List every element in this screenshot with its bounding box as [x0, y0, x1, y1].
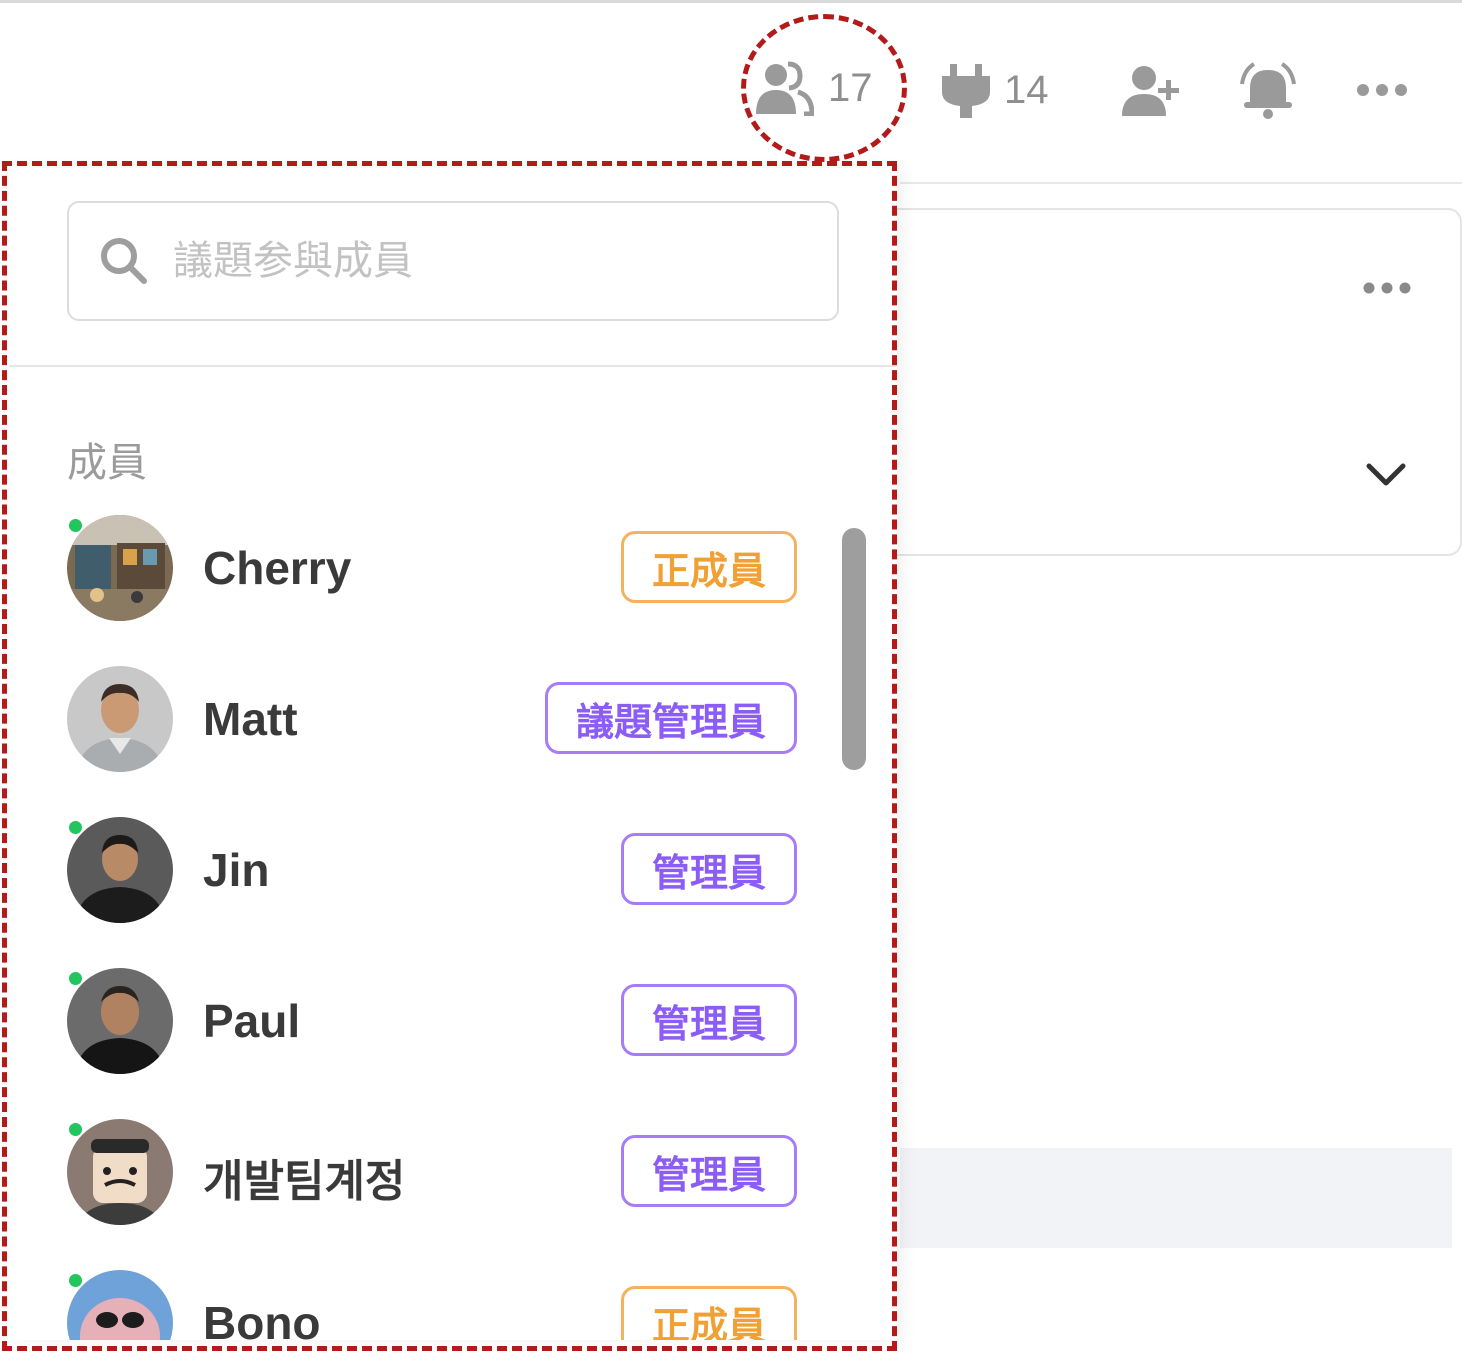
role-badge: 正成員 — [620, 531, 797, 603]
card-expand-button[interactable] — [1366, 462, 1406, 493]
member-name: Bono — [203, 1297, 321, 1340]
member-row[interactable]: Matt 議題管理員 — [67, 666, 797, 776]
role-badge: 管理員 — [620, 833, 797, 905]
integrations-count: 14 — [1004, 67, 1049, 112]
members-icon — [756, 61, 814, 116]
members-count: 17 — [828, 65, 873, 110]
online-indicator — [69, 1274, 82, 1287]
member-name: 개발팀계정 — [203, 1156, 406, 1207]
member-name: Paul — [203, 995, 301, 1047]
card-more-button[interactable] — [1362, 280, 1412, 301]
avatar — [67, 666, 173, 772]
more-options-button[interactable] — [1356, 82, 1408, 103]
online-indicator — [69, 821, 82, 834]
chevron-down-icon — [1366, 463, 1406, 486]
integrations-button[interactable]: 14 — [942, 62, 1049, 118]
role-badge: 議題管理員 — [544, 682, 797, 754]
background-card — [880, 208, 1462, 556]
online-indicator — [69, 972, 82, 985]
member-name: Cherry — [203, 542, 352, 594]
avatar — [67, 1270, 173, 1340]
member-search-input[interactable] — [171, 237, 815, 285]
avatar — [67, 1119, 173, 1225]
member-row[interactable]: Bono 正成員 — [67, 1270, 797, 1340]
member-row[interactable]: Paul 管理員 — [67, 968, 797, 1078]
invite-member-button[interactable] — [1122, 64, 1180, 123]
member-row[interactable]: Cherry 正成員 — [67, 515, 797, 625]
add-user-icon — [1122, 66, 1179, 116]
background-row — [900, 1148, 1452, 1248]
online-indicator — [69, 1123, 82, 1136]
avatar — [67, 817, 173, 923]
member-row[interactable]: Jin 管理員 — [67, 817, 797, 927]
member-name: Jin — [203, 844, 270, 896]
bell-icon — [1240, 62, 1296, 119]
notification-button[interactable] — [1238, 62, 1298, 125]
avatar — [67, 515, 173, 621]
members-section-label: 成員 — [67, 440, 147, 486]
header-divider — [900, 182, 1462, 184]
role-badge: 管理員 — [620, 1135, 797, 1207]
more-icon — [1363, 282, 1411, 294]
role-badge: 管理員 — [620, 984, 797, 1056]
avatar — [67, 968, 173, 1074]
member-search-box[interactable] — [67, 201, 839, 321]
online-indicator — [69, 519, 82, 532]
panel-scrollbar[interactable] — [842, 528, 866, 770]
more-icon — [1357, 84, 1407, 96]
members-count-button[interactable]: 17 — [756, 60, 873, 116]
top-border — [0, 0, 1462, 3]
member-row[interactable]: 개발팀계정 管理員 — [67, 1119, 797, 1229]
members-panel: 成員 Cherry 正成員 — [9, 168, 897, 1340]
search-divider — [9, 365, 897, 367]
plug-icon — [942, 64, 990, 118]
member-name: Matt — [203, 693, 298, 745]
role-badge: 正成員 — [620, 1286, 797, 1340]
search-icon — [101, 238, 147, 284]
